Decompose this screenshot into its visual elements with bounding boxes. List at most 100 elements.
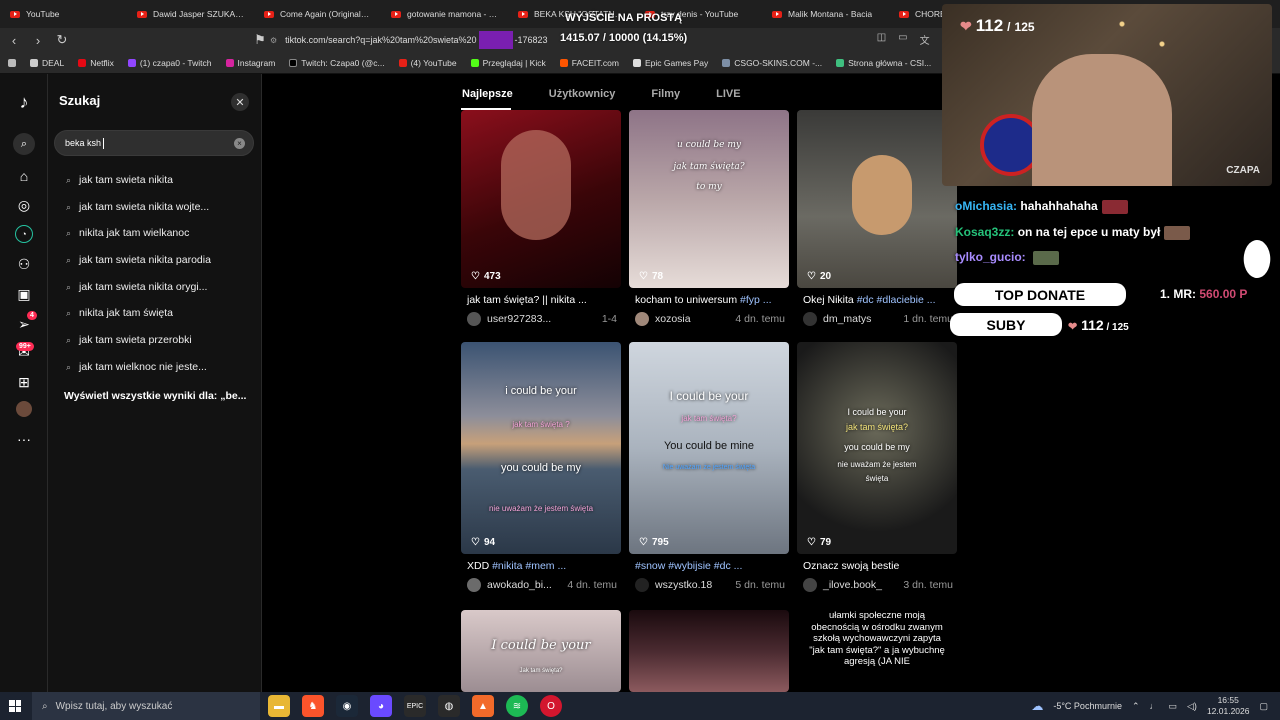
discord-icon[interactable]: ◕ [370, 695, 392, 717]
search-suggestion[interactable]: ⌕ nikita jak tam wielkanoc [66, 227, 189, 239]
tab-users[interactable]: Użytkownicy [549, 88, 616, 100]
video-caption[interactable]: jak tam święta? || nikita ... [461, 294, 621, 306]
file-explorer-icon[interactable]: ▬ [268, 695, 290, 717]
browser-tab[interactable]: gotowanie mamona - You [381, 0, 508, 28]
bookmark-item[interactable]: Instagram [225, 58, 275, 68]
bookmark-item[interactable]: Strona główna - CSI... [836, 58, 931, 68]
browser-tab[interactable]: Malik Montana - Bacia [762, 0, 889, 28]
obs-icon[interactable]: ◍ [438, 695, 460, 717]
search-suggestion[interactable]: ⌕ jak tam swieta przerobki [66, 334, 192, 346]
caption-hashtags[interactable]: #dc #dlaciebie ... [857, 294, 936, 306]
start-button[interactable] [0, 692, 30, 720]
bookmark-item[interactable]: FACEIT.com [559, 58, 619, 68]
caption-hashtags[interactable]: #nikita #mem ... [492, 560, 566, 572]
video-thumbnail[interactable]: ♡ 473 [461, 110, 621, 288]
username[interactable]: _ilove.book_ [823, 579, 882, 591]
translate-icon[interactable]: 文 [920, 32, 930, 47]
taskbar-search[interactable]: ⌕ Wpisz tutaj, aby wyszukać [32, 692, 260, 720]
network-icon[interactable]: ▭ [1169, 701, 1178, 712]
bookmark-item[interactable]: Netflix [78, 58, 114, 68]
video-card[interactable] [629, 610, 789, 692]
clock[interactable]: 16:55 12.01.2026 [1207, 695, 1250, 717]
bookmark-item[interactable]: Twitch: Czapa0 (@c... [289, 58, 385, 68]
avatar[interactable] [635, 312, 649, 326]
video-caption[interactable]: #snow #wybijsie #dc ... [629, 560, 789, 572]
friends-icon[interactable]: ⚇ [14, 254, 34, 274]
extension-icon[interactable]: ◫ [877, 32, 886, 47]
search-suggestion[interactable]: ⌕ nikita jak tam święta [66, 307, 173, 319]
video-thumbnail[interactable]: I could be your Jak tam święta? [461, 610, 621, 692]
video-caption[interactable]: XDD #nikita #mem ... [461, 560, 621, 572]
username[interactable]: awokado_bi... [487, 579, 552, 591]
bookmark-icon[interactable]: ⚑ [250, 30, 270, 50]
video-thumbnail[interactable]: u could be my jak tam święta? to my ♡ 78 [629, 110, 789, 288]
bookmark-item[interactable]: (1) czapa0 - Twitch [127, 58, 212, 68]
tab-live[interactable]: LIVE [716, 88, 740, 100]
reload-button[interactable]: ↻ [52, 30, 72, 50]
show-all-results-link[interactable]: Wyświetl wszystkie wyniki dla: „be... [64, 390, 246, 402]
weather-text[interactable]: -5°C Pochmurnie [1053, 701, 1122, 711]
opera-icon[interactable]: O [540, 695, 562, 717]
caption-hashtags[interactable]: #fyp ... [740, 294, 772, 306]
video-thumbnail[interactable]: I could be your jak tam święta? you coul… [797, 342, 957, 554]
screenshot-icon[interactable]: ▭ [898, 32, 907, 47]
video-thumbnail[interactable] [629, 610, 789, 692]
epic-games-icon[interactable]: EPIC [404, 695, 426, 717]
back-button[interactable]: ‹ [4, 30, 24, 50]
bookmark-item[interactable]: DEAL [30, 58, 64, 68]
avatar[interactable] [803, 578, 817, 592]
video-card[interactable]: I could be your jak tam święta? You coul… [629, 342, 789, 592]
microphone-icon[interactable]: ♩ [1150, 701, 1159, 711]
video-thumbnail[interactable]: ułamki społeczne moją obecnością w ośrod… [797, 610, 957, 692]
close-icon[interactable]: ✕ [231, 93, 249, 111]
search-suggestion[interactable]: ⌕ jak tam swieta nikita wojte... [66, 201, 209, 213]
home-icon[interactable]: ⌂ [14, 166, 34, 186]
app-icon[interactable]: ▲ [472, 695, 494, 717]
explore-icon[interactable]: ◎ [14, 195, 34, 215]
search-icon[interactable]: ⌕ [13, 133, 35, 155]
notifications-icon[interactable]: ▢ [1259, 701, 1268, 712]
username[interactable]: dm_matys [823, 313, 871, 325]
avatar[interactable] [467, 578, 481, 592]
tiktok-logo-icon[interactable]: ♪ [14, 92, 34, 112]
video-thumbnail[interactable]: ♡ 20 [797, 110, 957, 288]
video-card[interactable]: ♡ 473 jak tam święta? || nikita ... user9… [461, 110, 621, 326]
caption-hashtags[interactable]: #snow #wybijsie #dc ... [635, 560, 742, 572]
bookmark-item[interactable]: (4) YouTube [398, 58, 457, 68]
live-icon[interactable]: ◔ [15, 225, 33, 243]
brave-icon[interactable]: ♞ [302, 695, 324, 717]
video-caption[interactable]: Oznacz swoją bestie [797, 560, 957, 572]
bookmark-item[interactable] [8, 58, 16, 67]
video-card[interactable]: ♡ 20 Okej Nikita #dc #dlaciebie ... dm_ma… [797, 110, 957, 326]
video-thumbnail[interactable]: I could be your jak tam święta? You coul… [629, 342, 789, 554]
browser-tab[interactable]: Come Again (Original Rad [254, 0, 381, 28]
video-card[interactable]: I could be your Jak tam święta? [461, 610, 621, 692]
steam-icon[interactable]: ◉ [336, 695, 358, 717]
bookmark-item[interactable]: CSGO-SKINS.COM -... [722, 58, 822, 68]
forward-button[interactable]: › [28, 30, 48, 50]
avatar[interactable] [635, 578, 649, 592]
video-card[interactable]: i could be your jak tam święta ? you cou… [461, 342, 621, 592]
bookmark-item[interactable]: Epic Games Pay [632, 58, 708, 68]
browser-tab[interactable]: Dawid Jasper SZUKANIE M [127, 0, 254, 28]
username[interactable]: xozosia [655, 313, 691, 325]
video-card[interactable]: I could be your jak tam święta? you coul… [797, 342, 957, 592]
video-caption[interactable]: kocham to uniwersum #fyp ... [629, 294, 789, 306]
profile-avatar[interactable] [16, 401, 32, 417]
clear-search-icon[interactable]: × [234, 138, 245, 149]
avatar[interactable] [803, 312, 817, 326]
search-suggestion[interactable]: ⌕ jak tam wielknoc nie jeste... [66, 361, 207, 373]
tab-videos[interactable]: Filmy [651, 88, 680, 100]
more-icon[interactable]: ··· [14, 429, 34, 449]
video-caption[interactable]: Okej Nikita #dc #dlaciebie ... [797, 294, 957, 306]
username[interactable]: wszystko.18 [655, 579, 712, 591]
username[interactable]: user927283... [487, 313, 551, 325]
volume-icon[interactable]: ◁) [1187, 701, 1197, 712]
tray-chevron-icon[interactable]: ⌃ [1132, 701, 1140, 712]
search-input[interactable]: beka ksh × [54, 130, 254, 156]
tab-top[interactable]: Najlepsze [462, 88, 513, 100]
tv-icon[interactable]: ▣ [14, 284, 34, 304]
search-suggestion[interactable]: ⌕ jak tam swieta nikita parodia [66, 254, 211, 266]
video-card[interactable]: ułamki społeczne moją obecnością w ośrod… [797, 610, 957, 692]
bookmark-item[interactable]: Przeglądaj | Kick [470, 58, 546, 68]
